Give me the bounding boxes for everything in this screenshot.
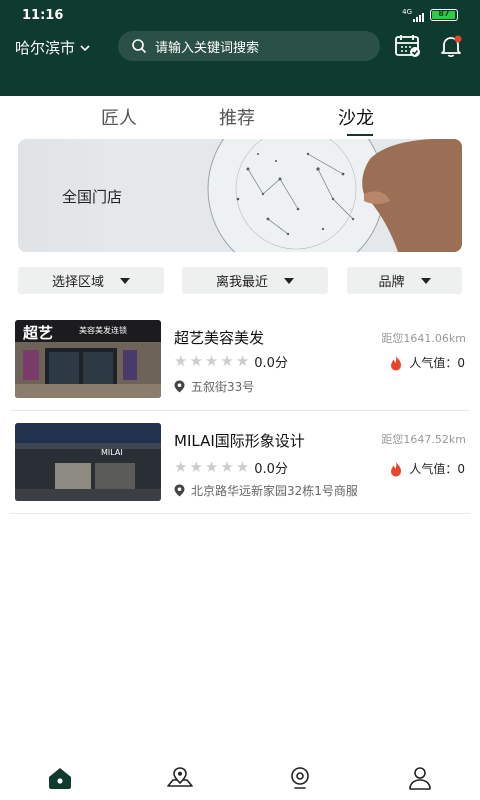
banner-stores[interactable]: 全国门店 (18, 139, 462, 252)
shop-sign-subtext: 美容美发连锁 (79, 326, 127, 335)
signal-icon (413, 13, 424, 22)
shop-card[interactable]: MILAI MILAI国际形象设计 距您1647.52km ★ ★ ★ ★ ★ 0.0分… (0, 412, 480, 515)
divider (10, 410, 470, 411)
status-time: 11:16 (22, 8, 64, 23)
filter-label: 选择区域 (51, 275, 104, 290)
star-icon: ★ (189, 352, 203, 370)
filter-bar: 选择区域 离我最近 品牌 (0, 267, 480, 295)
popularity-value: 人气值：0 (409, 356, 465, 370)
location-pin-icon (174, 380, 185, 393)
fire-icon (391, 461, 402, 476)
filter-distance[interactable]: 离我最近 (182, 267, 328, 294)
app-header: 11:16 4G 87 哈尔滨市 请输入关键词搜索 (0, 0, 480, 96)
home-icon[interactable] (45, 764, 75, 792)
rating-score: 0.0分 (254, 462, 288, 477)
address-text: 五叙街33号 (191, 380, 255, 394)
shop-address: 五叙街33号 (174, 378, 254, 395)
profile-icon[interactable] (405, 764, 435, 792)
filter-region[interactable]: 选择区域 (18, 267, 164, 294)
caret-down-icon (284, 277, 294, 284)
star-icon: ★ (220, 458, 234, 476)
rating-score: 0.0分 (254, 356, 288, 371)
star-icon: ★ (220, 352, 234, 370)
category-tabs: 匠人 推荐 沙龙 (0, 104, 480, 138)
shop-address: 北京路华远新家园32栋1号商服 (174, 482, 358, 499)
battery-level: 87 (438, 9, 450, 18)
shop-distance: 距您1641.06km (381, 332, 466, 345)
search-placeholder: 请输入关键词搜索 (155, 40, 260, 56)
star-icon: ★ (235, 352, 250, 370)
active-tab-indicator (347, 134, 373, 136)
shop-rating: ★ ★ ★ ★ ★ 0.0分 (174, 458, 288, 478)
popularity-value: 人气值：0 (409, 462, 465, 476)
calendar-check-icon[interactable] (393, 32, 423, 60)
filter-brand[interactable]: 品牌 (347, 267, 462, 294)
network-type: 4G (402, 8, 412, 16)
tab-salon[interactable]: 沙龙 (338, 104, 374, 130)
shop-sign-text: 超艺 (23, 324, 54, 342)
city-selector[interactable]: 哈尔滨市 (15, 37, 91, 58)
shop-rating: ★ ★ ★ ★ ★ 0.0分 (174, 352, 288, 372)
map-pin-icon[interactable] (165, 764, 195, 792)
fire-icon (391, 355, 402, 370)
banner-title: 全国门店 (62, 188, 123, 206)
shop-sign-text: MILAI (101, 448, 123, 457)
filter-label: 离我最近 (215, 275, 268, 290)
star-icon: ★ (235, 458, 250, 476)
city-label: 哈尔滨市 (15, 39, 76, 57)
shop-name: MILAI国际形象设计 (174, 432, 305, 450)
caret-down-icon (120, 277, 130, 284)
search-icon (132, 39, 147, 54)
address-text: 北京路华远新家园32栋1号商服 (191, 484, 358, 498)
star-icon: ★ (174, 352, 188, 370)
shop-distance: 距您1647.52km (381, 433, 466, 446)
tab-craftsman[interactable]: 匠人 (101, 104, 137, 130)
chevron-down-icon (80, 44, 90, 51)
shop-thumbnail: 超艺 美容美发连锁 (15, 320, 161, 398)
search-input[interactable]: 请输入关键词搜索 (118, 31, 380, 61)
star-icon: ★ (174, 458, 188, 476)
battery-icon: 87 (430, 9, 458, 21)
star-icon: ★ (189, 458, 203, 476)
bell-icon[interactable] (436, 32, 466, 60)
star-icon: ★ (204, 352, 219, 370)
star-icon: ★ (204, 458, 219, 476)
shop-name: 超艺美容美发 (174, 329, 265, 347)
filter-label: 品牌 (378, 275, 405, 290)
popularity: 人气值：0 (389, 460, 465, 477)
shop-thumbnail: MILAI (15, 423, 161, 501)
location-pin-icon (174, 484, 185, 497)
divider (10, 513, 470, 514)
discover-icon[interactable] (285, 764, 315, 792)
status-bar: 11:16 4G 87 (0, 0, 480, 30)
bottom-tab-bar (0, 756, 480, 800)
popularity: 人气值：0 (389, 354, 465, 371)
shop-card[interactable]: 超艺 美容美发连锁 超艺美容美发 距您1641.06km ★ ★ ★ ★ ★ 0.0分 … (0, 310, 480, 413)
caret-down-icon (420, 277, 431, 284)
tab-recommend[interactable]: 推荐 (219, 104, 255, 130)
